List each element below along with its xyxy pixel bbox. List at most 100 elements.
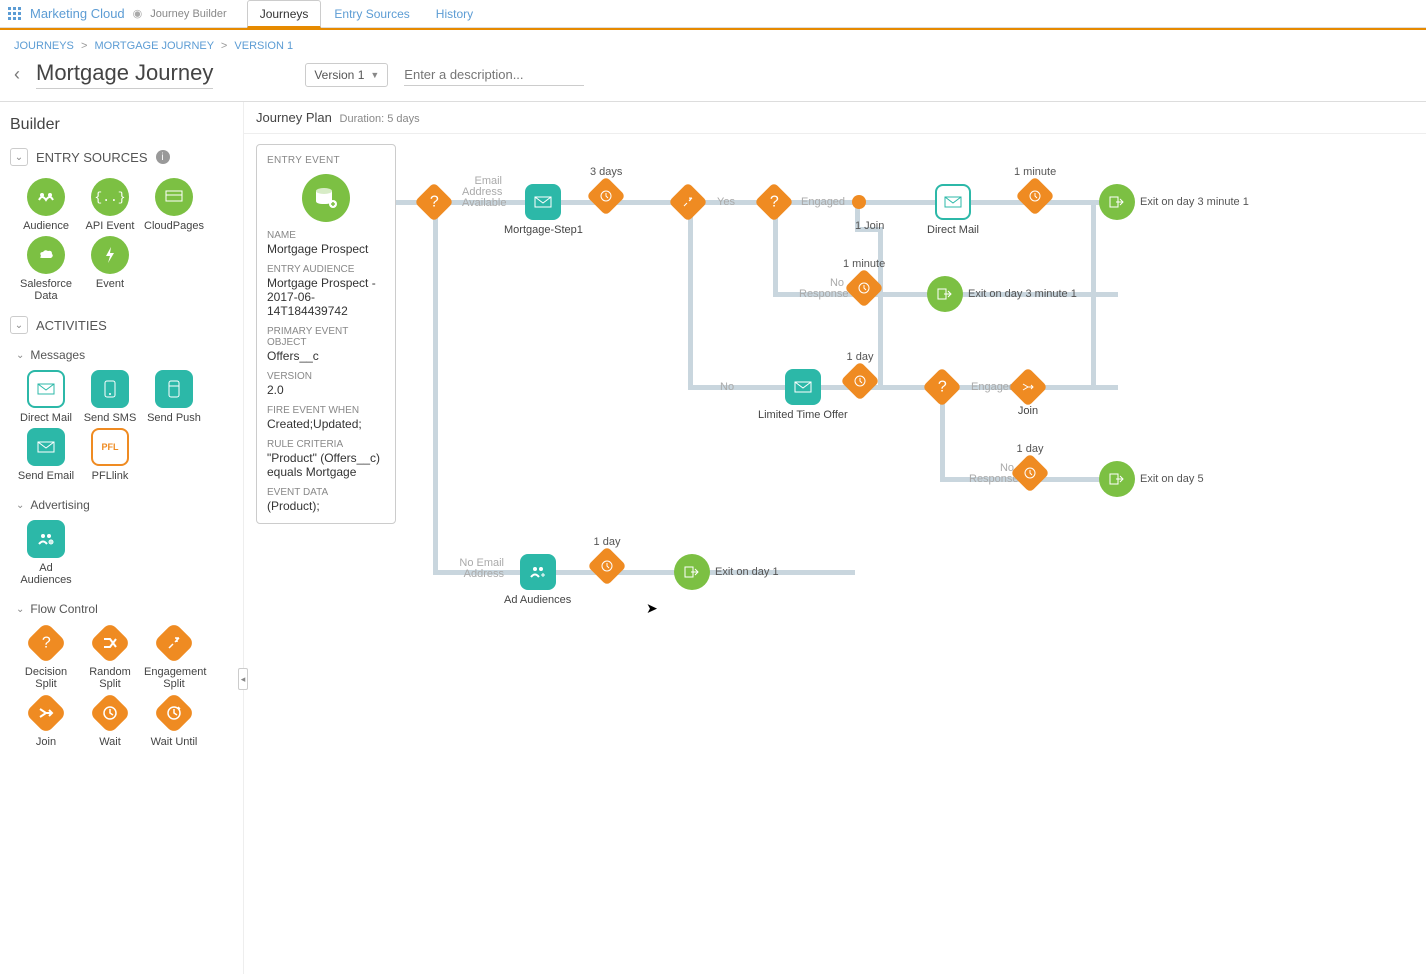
- palette-direct-mail[interactable]: Direct Mail: [16, 370, 76, 424]
- canvas-wrap: Journey Plan Duration: 5 days ◂ ENTRY EV…: [244, 102, 1426, 974]
- node-join[interactable]: Join: [1014, 369, 1042, 417]
- brand-title: Marketing Cloud: [30, 6, 125, 21]
- node-exit-1[interactable]: [1099, 184, 1135, 220]
- top-tabs: Journeys Entry Sources History: [247, 0, 486, 28]
- palette-pfllink[interactable]: PFLPFLlink: [80, 428, 140, 482]
- version-dropdown-label: Version 1: [314, 68, 364, 82]
- palette-wait-until[interactable]: Wait Until: [144, 694, 204, 748]
- palette-audience[interactable]: Audience: [16, 178, 76, 232]
- chevron-down-icon: ⌄: [10, 316, 28, 334]
- palette-engagement-split[interactable]: Engagement Split: [144, 624, 204, 690]
- node-limited-time-offer[interactable]: Limited Time Offer: [758, 369, 848, 421]
- node-decision-split[interactable]: ?: [420, 184, 448, 220]
- palette-wait[interactable]: Wait: [80, 694, 140, 748]
- app-launcher-icon[interactable]: [8, 7, 22, 21]
- page-title: Mortgage Journey: [36, 60, 213, 89]
- palette-send-push[interactable]: Send Push: [144, 370, 204, 424]
- entry-sources-grid: Audience {..}API Event CloudPages Salesf…: [8, 174, 235, 312]
- exit-label-1: Exit on day 3 minute 1: [1140, 196, 1249, 208]
- brand-subtitle: Journey Builder: [150, 8, 226, 20]
- node-decision-split-2[interactable]: ?: [760, 184, 788, 220]
- section-entry-sources-header[interactable]: ⌄ ENTRY SOURCES i: [8, 144, 235, 174]
- main: Builder ⌄ ENTRY SOURCES i Audience {..}A…: [0, 101, 1426, 974]
- node-mortgage-step1[interactable]: Mortgage-Step1: [504, 184, 583, 236]
- palette-event[interactable]: Event: [80, 236, 140, 302]
- exit-label-3: Exit on day 5: [1140, 473, 1204, 485]
- top-nav: Marketing Cloud ◉ Journey Builder Journe…: [0, 0, 1426, 28]
- edge-label-engaged-2: Engaged: [971, 381, 1015, 393]
- node-ad-audiences[interactable]: Ad Audiences: [504, 554, 571, 606]
- version-dropdown[interactable]: Version 1 ▼: [305, 63, 388, 87]
- connector: [688, 385, 1118, 390]
- palette-cloudpages[interactable]: CloudPages: [144, 178, 204, 232]
- cursor-icon: ➤: [646, 600, 658, 617]
- builder-sidebar: Builder ⌄ ENTRY SOURCES i Audience {..}A…: [0, 102, 244, 974]
- palette-random-split[interactable]: Random Split: [80, 624, 140, 690]
- node-wait-1day-b[interactable]: 1 day: [1016, 443, 1044, 491]
- brand-sep-icon: ◉: [133, 7, 143, 20]
- plan-label: Journey Plan: [256, 110, 332, 125]
- breadcrumb: JOURNEYS > MORTGAGE JOURNEY > VERSION 1: [0, 30, 1426, 56]
- node-decision-split-3[interactable]: ?: [928, 369, 956, 405]
- entry-event-card[interactable]: ENTRY EVENT NAME Mortgage Prospect ENTRY…: [256, 144, 396, 524]
- exit-label-2: Exit on day 3 minute 1: [968, 288, 1077, 300]
- connector: [688, 200, 693, 389]
- node-exit-4[interactable]: [674, 554, 710, 590]
- edge-label-yes: Yes: [717, 196, 735, 208]
- palette-salesforce-data[interactable]: Salesforce Data: [16, 236, 76, 302]
- back-button[interactable]: ‹: [14, 64, 20, 85]
- chevron-down-icon: ▼: [370, 70, 379, 80]
- chevron-down-icon: ⌄: [10, 148, 28, 166]
- duration-label: Duration: 5 days: [340, 113, 420, 125]
- subsection-messages-header[interactable]: ⌄Messages: [8, 342, 235, 366]
- node-wait-3days[interactable]: 3 days: [590, 166, 622, 214]
- connector: [878, 227, 883, 385]
- crumb-version[interactable]: VERSION 1: [234, 40, 293, 52]
- subsection-advertising-header[interactable]: ⌄Advertising: [8, 492, 235, 516]
- palette-decision-split[interactable]: ?Decision Split: [16, 624, 76, 690]
- edge-label-engaged: Engaged: [801, 196, 845, 208]
- canvas-header: Journey Plan Duration: 5 days: [244, 102, 1426, 134]
- palette-ad-audiences[interactable]: Ad Audiences: [16, 520, 76, 586]
- info-icon[interactable]: i: [156, 150, 170, 164]
- edge-label-email-available: Email Address Available: [462, 176, 502, 209]
- tab-entry-sources[interactable]: Entry Sources: [321, 0, 422, 28]
- edge-label-no: No: [720, 381, 734, 393]
- palette-join[interactable]: Join: [16, 694, 76, 748]
- edge-label-no-response-2: No Response: [969, 463, 1014, 485]
- node-exit-2[interactable]: [927, 276, 963, 312]
- section-label: ENTRY SOURCES: [36, 150, 148, 165]
- section-activities-header[interactable]: ⌄ ACTIVITIES: [8, 312, 235, 342]
- description-input[interactable]: [404, 64, 584, 86]
- node-wait-1day-a[interactable]: 1 day: [846, 351, 874, 399]
- database-icon: [302, 174, 350, 222]
- tab-history[interactable]: History: [423, 0, 486, 28]
- crumb-mortgage-journey[interactable]: MORTGAGE JOURNEY: [94, 40, 213, 52]
- edge-label-1join: 1 Join: [855, 220, 884, 232]
- node-wait-1day-c[interactable]: 1 day: [593, 536, 621, 584]
- sidebar-title: Builder: [8, 112, 235, 144]
- node-exit-3[interactable]: [1099, 461, 1135, 497]
- node-mini[interactable]: [852, 195, 866, 209]
- palette-send-sms[interactable]: Send SMS: [80, 370, 140, 424]
- journey-canvas[interactable]: ENTRY EVENT NAME Mortgage Prospect ENTRY…: [244, 134, 1426, 974]
- palette-api-event[interactable]: {..}API Event: [80, 178, 140, 232]
- edge-label-no-email: No Email Address: [459, 558, 504, 580]
- tab-journeys[interactable]: Journeys: [247, 0, 322, 28]
- edge-label-no-response: No Response: [799, 278, 844, 300]
- node-direct-mail[interactable]: Direct Mail: [927, 184, 979, 236]
- subsection-flow-control-header[interactable]: ⌄Flow Control: [8, 596, 235, 620]
- title-row: ‹ Mortgage Journey Version 1 ▼: [0, 56, 1426, 101]
- crumb-journeys[interactable]: JOURNEYS: [14, 40, 74, 52]
- node-wait-1min-b[interactable]: 1 minute: [843, 258, 885, 306]
- node-wait-1min[interactable]: 1 minute: [1014, 166, 1056, 214]
- entry-event-header: ENTRY EVENT: [267, 155, 385, 166]
- messages-grid: Direct Mail Send SMS Send Push Send Emai…: [8, 366, 235, 492]
- connector: [1091, 200, 1096, 389]
- flow-control-grid: ?Decision Split Random Split Engagement …: [8, 620, 235, 758]
- palette-send-email[interactable]: Send Email: [16, 428, 76, 482]
- exit-label-4: Exit on day 1: [715, 566, 779, 578]
- node-engagement-split[interactable]: [674, 184, 702, 220]
- advertising-grid: Ad Audiences: [8, 516, 235, 596]
- connector: [433, 200, 438, 574]
